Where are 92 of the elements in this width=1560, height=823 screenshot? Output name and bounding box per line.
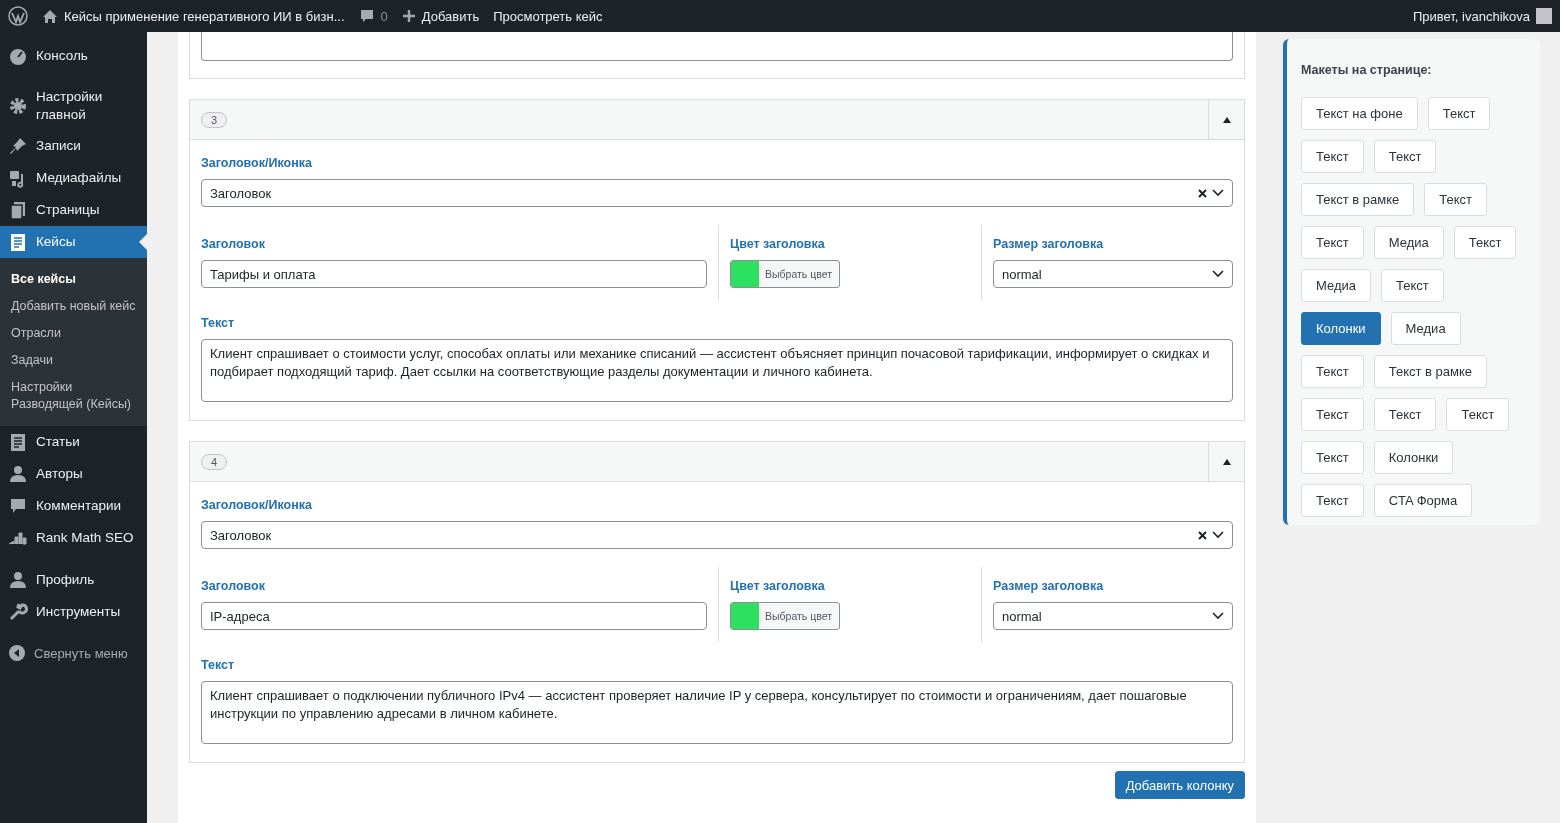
field-label: Цвет заголовка — [730, 578, 826, 595]
layout-button[interactable]: Текст на фоне — [1301, 97, 1418, 130]
color-picker-button[interactable]: Выбрать цвет — [730, 260, 840, 288]
chevron-down-icon — [1212, 270, 1224, 278]
speech-bubble-icon — [358, 8, 375, 24]
field-label: Заголовок — [201, 236, 266, 253]
site-title-link[interactable]: Кейсы применение генеративного ИИ в бизн... — [42, 8, 345, 24]
submenu-item[interactable]: Задачи — [0, 347, 147, 374]
chevron-down-icon — [1212, 612, 1224, 620]
triangle-up-icon — [1222, 116, 1231, 123]
gear-icon — [8, 96, 28, 116]
document-icon — [8, 232, 28, 252]
menu-item[interactable]: Авторы — [0, 458, 147, 490]
wordpress-logo-icon[interactable] — [8, 6, 28, 26]
layout-button[interactable]: Текст — [1424, 183, 1488, 216]
textarea-field[interactable] — [201, 32, 1233, 61]
layout-button[interactable]: Текст — [1301, 355, 1364, 388]
menu-item[interactable]: Медиафайлы — [0, 162, 147, 194]
field-label: Цвет заголовка — [730, 236, 826, 253]
field-label: Заголовок/Иконка — [201, 497, 313, 514]
menu-item[interactable]: Инструменты — [0, 596, 147, 628]
textarea-field[interactable]: Клиент спрашивает о подключении публичного IPv4 — ассистент проверяет наличие IP у сервера, консультирует по стоимости и ограничениям, дает пошаговые инструкции по управлению адресами в личном кабинете. — [201, 681, 1233, 744]
field-label: Размер заголовка — [993, 578, 1105, 595]
number-badge: 4 — [201, 453, 228, 470]
select-field[interactable]: Заголовок — [201, 179, 1233, 207]
new-link[interactable]: Добавить — [401, 8, 480, 24]
select-field[interactable]: normal — [993, 260, 1233, 288]
textarea-field[interactable]: Клиент спрашивает о стоимости услуг, способах оплаты или механике списаний — ассистент объясняет принцип почасовой тарификации, информирует о скидках и подбирает подходящий тариф. Дает ссылки на соответствующие разделы документации и личного кабинета. — [201, 339, 1233, 402]
menu-item[interactable]: Настройки главной — [0, 82, 147, 130]
layout-button[interactable]: Текст — [1301, 398, 1364, 431]
layout-button[interactable]: Текст — [1373, 398, 1437, 431]
field-label: Заголовок — [201, 578, 266, 595]
layout-button[interactable]: Колонки — [1301, 312, 1381, 345]
plus-icon — [401, 9, 416, 23]
collapse-icon — [8, 644, 26, 662]
comments-link[interactable]: 0 — [358, 8, 388, 24]
menu-item[interactable]: Комментарии — [0, 490, 147, 522]
person-icon — [8, 464, 28, 484]
layout-button[interactable]: Текст — [1381, 269, 1444, 302]
text-field[interactable]: IP-адреса — [201, 602, 707, 630]
layout-button[interactable]: Медиа — [1301, 269, 1371, 302]
layout-button[interactable]: Текст в рамке — [1301, 183, 1415, 216]
collapse-menu-button[interactable]: Свернуть меню — [0, 638, 147, 668]
pin-icon — [8, 136, 28, 156]
field-label: Размер заголовка — [993, 236, 1105, 253]
chevron-down-icon — [1212, 189, 1224, 197]
submenu-item[interactable]: Настройки Разводящей (Кейсы) — [0, 374, 147, 418]
layout-button[interactable]: Текст — [1427, 97, 1491, 130]
document-icon — [8, 432, 28, 452]
home-icon — [42, 8, 58, 24]
layout-button[interactable]: CTA Форма — [1373, 484, 1473, 517]
layout-button[interactable]: Текст — [1446, 398, 1510, 431]
text-field[interactable]: Тарифы и оплата — [201, 260, 707, 288]
field-label: Заголовок/Иконка — [201, 155, 313, 172]
menu-item[interactable]: Rank Math SEO — [0, 522, 147, 554]
layout-button[interactable]: Медиа — [1373, 226, 1444, 259]
menu-item[interactable]: Страницы — [0, 194, 147, 226]
submenu-item[interactable]: Все кейсы — [0, 266, 147, 293]
layout-button[interactable]: Колонки — [1373, 441, 1454, 474]
triangle-up-icon — [1222, 458, 1231, 465]
wrench-icon — [8, 602, 28, 622]
menu-item[interactable]: Консоль — [0, 40, 147, 72]
color-picker-button[interactable]: Выбрать цвет — [730, 602, 840, 630]
layout-button[interactable]: Текст — [1301, 226, 1364, 259]
menu-item[interactable]: Статьи — [0, 426, 147, 458]
field-label: Текст — [201, 315, 236, 332]
layout-button[interactable]: Текст — [1373, 140, 1437, 173]
select-field[interactable]: normal — [993, 602, 1233, 630]
layout-button[interactable]: Текст — [1301, 140, 1364, 173]
clear-icon[interactable] — [1198, 188, 1207, 198]
number-badge: 3 — [201, 111, 228, 128]
add-column-button[interactable]: Добавить колонку — [1114, 771, 1245, 799]
view-link[interactable]: Просмотреть кейс — [493, 8, 603, 24]
layout-button[interactable]: Медиа — [1390, 312, 1461, 345]
layout-button[interactable]: Текст в рамке — [1373, 355, 1488, 388]
field-label: Текст — [201, 657, 236, 674]
select-field[interactable]: Заголовок — [201, 521, 1233, 549]
layout-button[interactable]: Текст — [1453, 226, 1517, 259]
greeting-link[interactable]: Привет, ivanchikova — [1412, 8, 1530, 24]
menu-item[interactable]: Профиль — [0, 564, 147, 596]
person-icon — [8, 570, 28, 590]
layout-button[interactable]: Текст — [1301, 441, 1364, 474]
pages-icon — [8, 200, 28, 220]
menu-item[interactable]: Кейсы — [0, 226, 147, 258]
panel-title: Макеты на странице: — [1301, 63, 1433, 77]
chevron-down-icon — [1212, 531, 1224, 539]
gauge-icon — [8, 46, 28, 66]
layout-button[interactable]: Текст — [1301, 484, 1364, 517]
clear-icon[interactable] — [1198, 530, 1207, 540]
submenu-item[interactable]: Добавить новый кейс — [0, 293, 147, 320]
submenu-item[interactable]: Отрасли — [0, 320, 147, 347]
menu-item[interactable]: Записи — [0, 130, 147, 162]
